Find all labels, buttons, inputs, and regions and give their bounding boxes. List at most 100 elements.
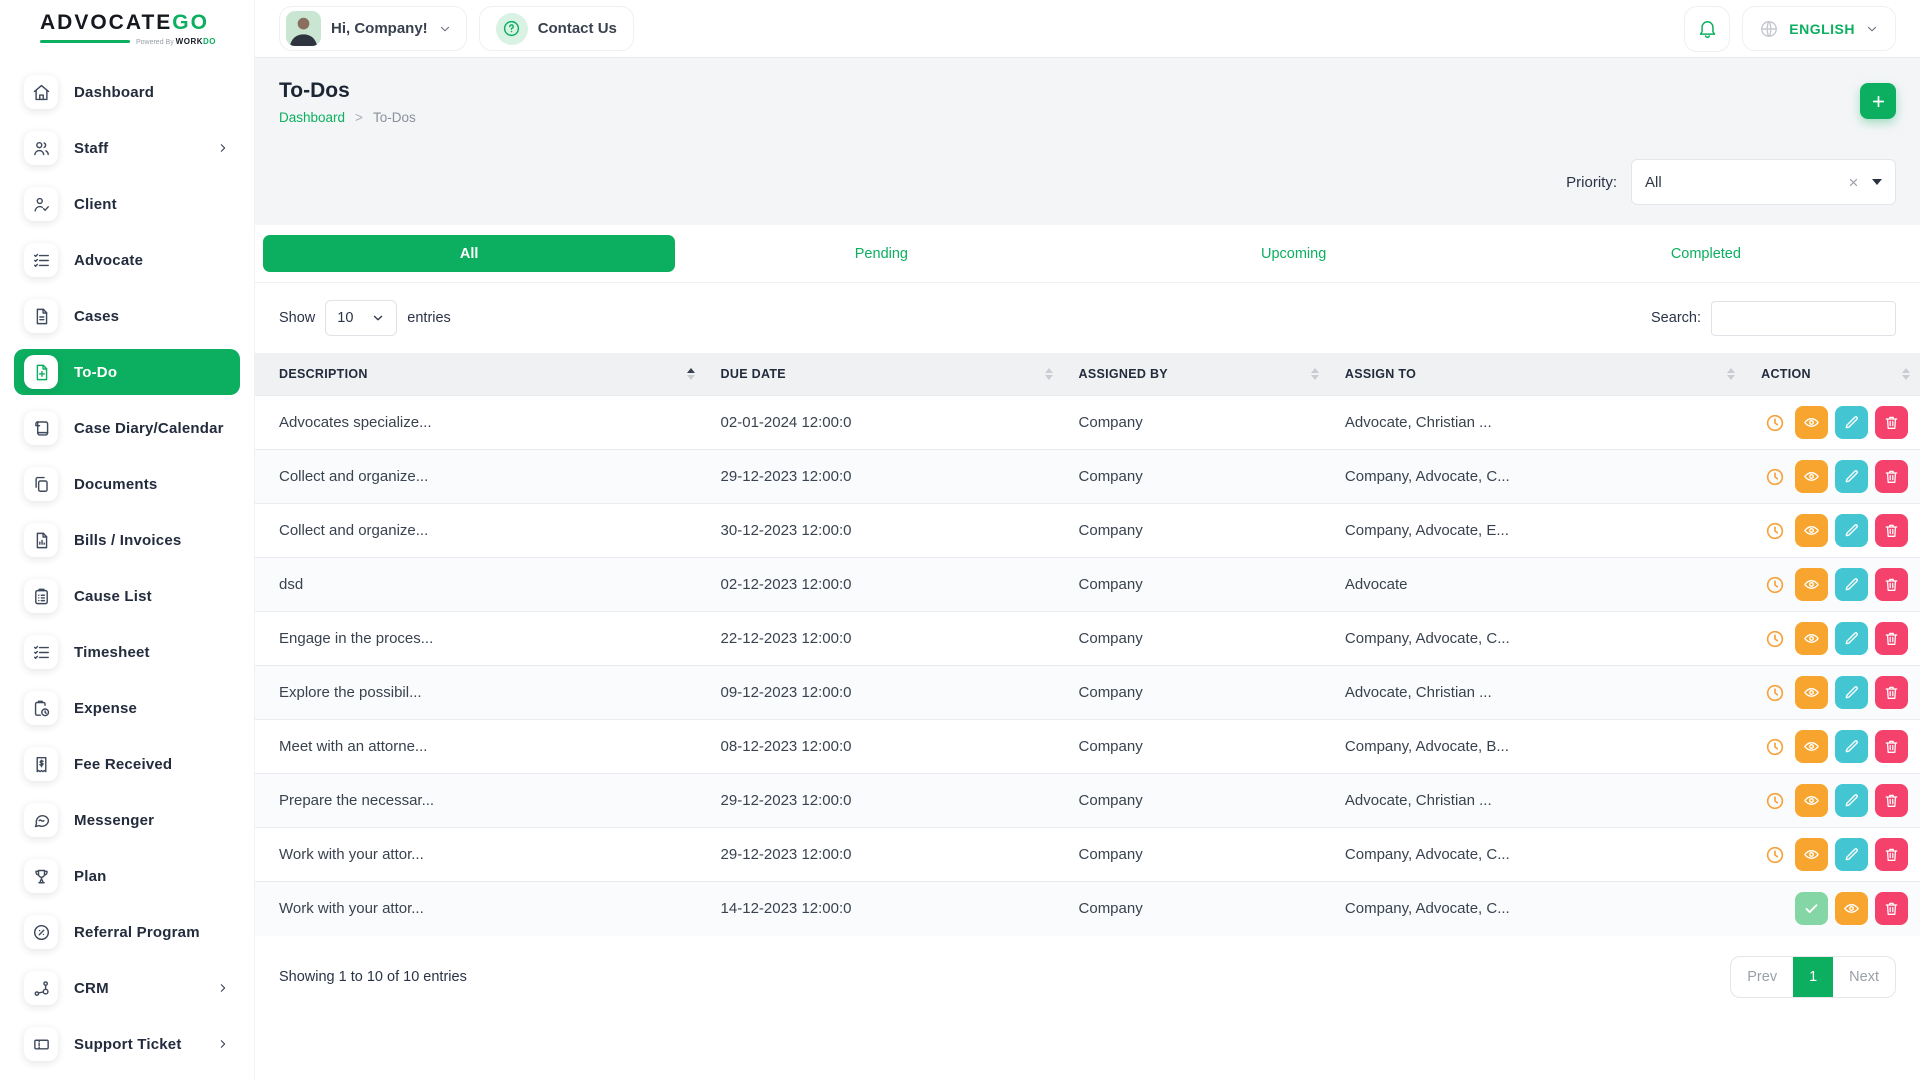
clear-filter-icon[interactable] [1847, 176, 1860, 189]
sort-icon [687, 368, 695, 380]
edit-button[interactable] [1835, 730, 1868, 763]
edit-button[interactable] [1835, 568, 1868, 601]
nav-icon-chip [24, 523, 58, 557]
edit-button[interactable] [1835, 514, 1868, 547]
sidebar-item[interactable]: To-Do [14, 349, 240, 395]
prev-page-button[interactable]: Prev [1731, 957, 1793, 997]
column-header-due-date[interactable]: DUE DATE [705, 353, 1063, 396]
todo-due-date: 29-12-2023 12:00:0 [705, 774, 1063, 828]
done-status-button[interactable] [1795, 892, 1828, 925]
clock-icon [1765, 737, 1785, 757]
tab-label: All [460, 246, 479, 262]
delete-button[interactable] [1875, 568, 1908, 601]
bell-icon [1697, 18, 1718, 39]
delete-button[interactable] [1875, 514, 1908, 547]
sidebar-item-label: Case Diary/Calendar [74, 420, 224, 437]
column-label: ASSIGNED BY [1079, 367, 1168, 381]
sidebar-item[interactable]: Cases [14, 293, 240, 339]
delete-button[interactable] [1875, 784, 1908, 817]
contact-us-button[interactable]: Contact Us [479, 6, 634, 51]
nav-icon-chip [24, 859, 58, 893]
sidebar-item[interactable]: Expense [14, 685, 240, 731]
table-row: Work with your attor... 29-12-2023 12:00… [255, 828, 1920, 882]
sidebar-item[interactable]: CRM [14, 965, 240, 1011]
column-header-assign-to[interactable]: ASSIGN TO [1329, 353, 1745, 396]
edit-button[interactable] [1835, 622, 1868, 655]
sidebar-item[interactable]: Client [14, 181, 240, 227]
delete-button[interactable] [1875, 406, 1908, 439]
edit-button[interactable] [1835, 676, 1868, 709]
sidebar-item[interactable]: Messenger [14, 797, 240, 843]
delete-button[interactable] [1875, 838, 1908, 871]
breadcrumb-dashboard-link[interactable]: Dashboard [279, 110, 345, 125]
greeting-label: Hi, Company! [331, 20, 428, 37]
eye-icon [1803, 738, 1820, 755]
page-size-select[interactable]: 10 [325, 300, 397, 336]
view-button[interactable] [1795, 838, 1828, 871]
delete-button[interactable] [1875, 460, 1908, 493]
row-actions [1761, 730, 1908, 763]
add-todo-button[interactable] [1860, 83, 1896, 119]
sidebar-item[interactable]: Cause List [14, 573, 240, 619]
language-selector[interactable]: ENGLISH [1742, 6, 1896, 51]
search-input[interactable] [1711, 301, 1896, 336]
view-button[interactable] [1795, 622, 1828, 655]
status-tab[interactable]: Pending [675, 235, 1087, 272]
page-1-button[interactable]: 1 [1793, 957, 1833, 997]
sidebar-item[interactable]: Plan [14, 853, 240, 899]
edit-button[interactable] [1835, 784, 1868, 817]
chevron-down-icon [438, 22, 452, 36]
todo-due-date: 22-12-2023 12:00:0 [705, 612, 1063, 666]
sidebar-item[interactable]: Referral Program [14, 909, 240, 955]
pending-status [1761, 784, 1788, 817]
sidebar-item[interactable]: Staff [14, 125, 240, 171]
status-tab[interactable]: All [263, 235, 675, 272]
delete-button[interactable] [1875, 730, 1908, 763]
nav-icon-chip [24, 299, 58, 333]
sidebar-item-label: Bills / Invoices [74, 532, 181, 549]
column-header-description[interactable]: DESCRIPTION [255, 353, 705, 396]
clock-icon [1765, 845, 1785, 865]
sidebar-item[interactable]: Timesheet [14, 629, 240, 675]
column-header-assigned-by[interactable]: ASSIGNED BY [1063, 353, 1329, 396]
delete-button[interactable] [1875, 622, 1908, 655]
sidebar-item[interactable]: Fee Received [14, 741, 240, 787]
view-button[interactable] [1835, 892, 1868, 925]
view-button[interactable] [1795, 676, 1828, 709]
status-tab[interactable]: Completed [1500, 235, 1912, 272]
users-icon [32, 139, 51, 158]
view-button[interactable] [1795, 460, 1828, 493]
edit-button[interactable] [1835, 460, 1868, 493]
app-logo[interactable]: ADVOCATEGO Powered By WORKDO [0, 0, 254, 57]
todo-description: Collect and organize... [255, 450, 705, 504]
delete-button[interactable] [1875, 892, 1908, 925]
sidebar-item[interactable]: Documents [14, 461, 240, 507]
sidebar-item[interactable]: Advocate [14, 237, 240, 283]
sidebar-item-label: Staff [74, 140, 108, 157]
todo-assign-to: Advocate [1329, 558, 1745, 612]
sidebar-item[interactable]: Bills / Invoices [14, 517, 240, 563]
logo-tagline: Powered By WORKDO [40, 37, 216, 46]
view-button[interactable] [1795, 406, 1828, 439]
notifications-button[interactable] [1684, 6, 1730, 52]
sidebar-item[interactable]: Dashboard [14, 69, 240, 115]
view-button[interactable] [1795, 514, 1828, 547]
view-button[interactable] [1795, 730, 1828, 763]
view-button[interactable] [1795, 784, 1828, 817]
sidebar-item[interactable]: Support Ticket [14, 1021, 240, 1067]
eye-icon [1803, 522, 1820, 539]
edit-button[interactable] [1835, 838, 1868, 871]
table-row: Engage in the proces... 22-12-2023 12:00… [255, 612, 1920, 666]
sidebar-item[interactable]: Case Diary/Calendar [14, 405, 240, 451]
eye-icon [1803, 792, 1820, 809]
view-button[interactable] [1795, 568, 1828, 601]
todo-assign-to: Advocate, Christian ... [1329, 774, 1745, 828]
column-header-action[interactable]: ACTION [1745, 353, 1920, 396]
priority-select[interactable]: All [1631, 159, 1896, 205]
delete-button[interactable] [1875, 676, 1908, 709]
trophy-icon [32, 867, 51, 886]
status-tab[interactable]: Upcoming [1088, 235, 1500, 272]
edit-button[interactable] [1835, 406, 1868, 439]
next-page-button[interactable]: Next [1833, 957, 1895, 997]
profile-menu-button[interactable]: Hi, Company! [279, 6, 467, 51]
